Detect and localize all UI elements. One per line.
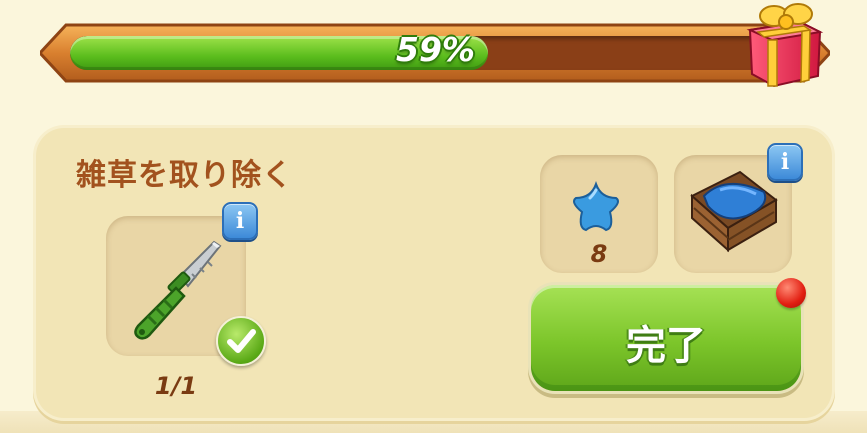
completed-check-icon bbox=[216, 316, 266, 366]
complete-button[interactable]: 完了 bbox=[531, 285, 801, 391]
progress-percent-label: 59% bbox=[396, 30, 475, 69]
task-title: 雑草を取り除く bbox=[76, 158, 293, 193]
notification-dot bbox=[776, 278, 806, 308]
reward-info-button[interactable]: i bbox=[767, 143, 803, 181]
complete-button-label: 完了 bbox=[626, 323, 706, 369]
crate-of-blue-fabric-icon bbox=[686, 166, 780, 256]
gift-box-icon[interactable] bbox=[744, 0, 824, 88]
blue-star-icon bbox=[566, 180, 626, 236]
progress-bar: 59% bbox=[40, 22, 830, 84]
tool-info-button[interactable]: i bbox=[222, 202, 258, 240]
tool-count: 1/1 bbox=[154, 372, 198, 400]
star-count: 8 bbox=[590, 240, 608, 268]
